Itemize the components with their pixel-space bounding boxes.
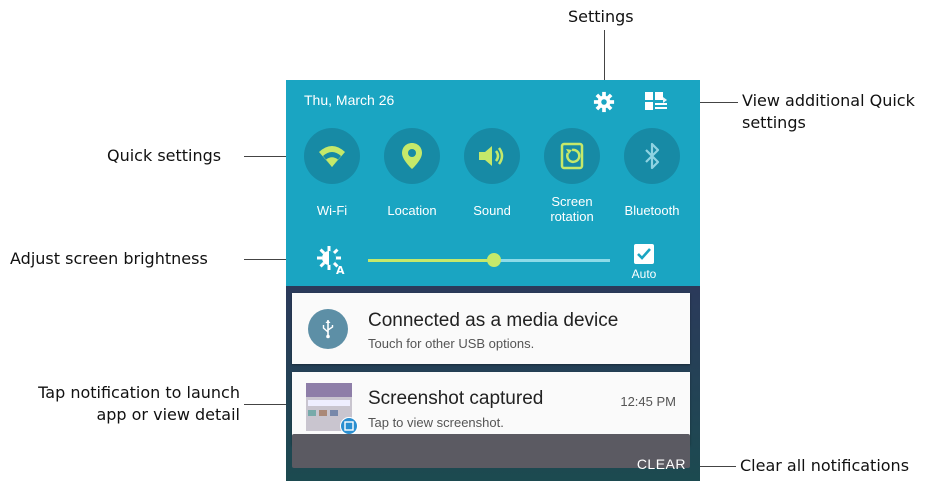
usb-icon <box>308 309 348 349</box>
location-label: Location <box>387 203 437 218</box>
svg-text:A: A <box>336 264 345 275</box>
sound-label: Sound <box>473 203 511 218</box>
brightness-slider-thumb[interactable] <box>486 253 501 267</box>
callout-quick-settings: Quick settings <box>107 146 222 165</box>
callout-tap-notification: Tap notification to launch app or view d… <box>38 383 240 424</box>
clear-all-button[interactable]: CLEAR <box>637 456 686 472</box>
usb-notification-subtitle: Touch for other USB options. <box>368 336 535 351</box>
screenshot-badge-icon <box>340 417 358 435</box>
screenshot-notification-subtitle: Tap to view screenshot. <box>368 415 504 430</box>
wifi-icon <box>319 146 345 167</box>
callout-clear-all: Clear all notifications <box>740 456 910 475</box>
quick-settings-grid-icon[interactable] <box>644 91 670 113</box>
quick-settings-panel: Thu, March 26 Wi-Fi Location Sound Scree… <box>286 80 700 286</box>
bluetooth-label: Bluetooth <box>624 203 680 218</box>
brightness-slider-fill <box>368 259 494 262</box>
screen-rotation-icon <box>560 142 584 170</box>
location-toggle[interactable] <box>384 128 440 184</box>
bluetooth-icon <box>645 142 660 170</box>
sound-toggle[interactable] <box>464 128 520 184</box>
notification-shade: Thu, March 26 Wi-Fi Location Sound Scree… <box>286 80 700 481</box>
callout-tap-notification-line <box>244 404 292 405</box>
speaker-icon <box>479 146 504 166</box>
callout-clear-all-line <box>698 466 736 467</box>
screenshot-notification-time: 12:45 PM <box>620 394 676 409</box>
settings-gear-icon[interactable] <box>593 91 615 113</box>
screen-rotation-toggle[interactable] <box>544 128 600 184</box>
usb-notification-title: Connected as a media device <box>368 310 619 331</box>
wifi-label: Wi-Fi <box>316 203 348 218</box>
auto-brightness-checkbox[interactable] <box>634 244 654 264</box>
date-label: Thu, March 26 <box>304 92 395 108</box>
location-pin-icon <box>402 143 422 169</box>
usb-notification[interactable]: Connected as a media device Touch for ot… <box>292 293 690 364</box>
callout-view-additional: View additional Quick settings <box>742 91 915 132</box>
wifi-toggle[interactable] <box>304 128 360 184</box>
google-search-widget-behind <box>292 434 690 468</box>
brightness-auto-icon: A <box>316 245 346 277</box>
callout-adjust-brightness: Adjust screen brightness <box>10 249 208 268</box>
screen-rotation-label: Screen rotation <box>550 194 594 224</box>
auto-brightness-label: Auto <box>631 267 657 281</box>
bluetooth-toggle[interactable] <box>624 128 680 184</box>
callout-settings: Settings <box>568 7 634 26</box>
screenshot-notification-title: Screenshot captured <box>368 388 544 409</box>
